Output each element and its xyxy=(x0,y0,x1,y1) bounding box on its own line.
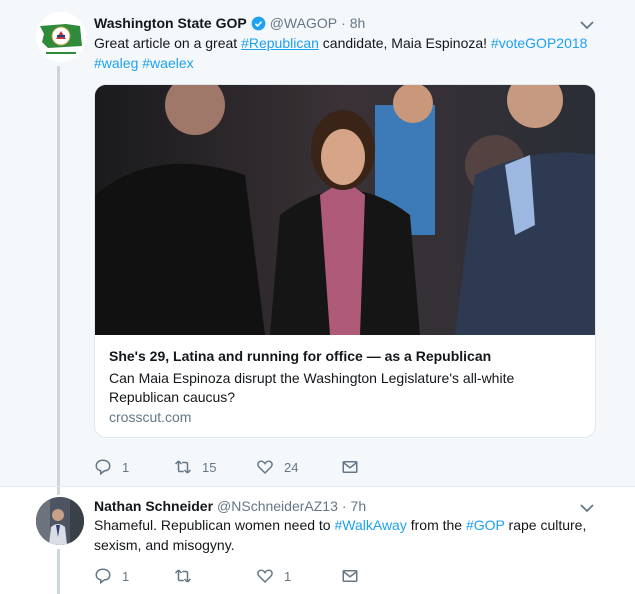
reply-count: 1 xyxy=(122,459,130,475)
like-button[interactable]: 24 xyxy=(256,458,341,476)
tweet-text-segment: from the xyxy=(406,517,466,533)
avatar[interactable] xyxy=(36,497,84,545)
hashtag-link[interactable]: #GOP xyxy=(466,517,505,533)
card-description: Can Maia Espinoza disrupt the Washington… xyxy=(109,370,515,405)
direct-message-button[interactable] xyxy=(341,567,423,585)
retweet-icon xyxy=(174,569,192,583)
heart-icon xyxy=(257,460,273,475)
tweet-header: Nathan Schneider @NSchneiderAZ13 · 7h xyxy=(94,496,366,516)
tweet-actions: 1 15 24 xyxy=(94,457,423,477)
retweet-button[interactable] xyxy=(174,567,256,585)
timestamp[interactable]: 8h xyxy=(350,15,366,31)
author-name[interactable]: Nathan Schneider xyxy=(94,498,213,514)
chevron-down-icon[interactable] xyxy=(579,17,595,33)
retweet-icon xyxy=(174,460,192,474)
reply-icon xyxy=(95,568,111,585)
heart-icon xyxy=(257,569,273,584)
hashtag-link[interactable]: #WalkAway xyxy=(334,517,406,533)
chevron-down-icon[interactable] xyxy=(579,500,595,516)
avatar[interactable] xyxy=(36,12,86,62)
like-count: 24 xyxy=(284,459,299,475)
like-count: 1 xyxy=(284,568,292,584)
verified-icon xyxy=(251,16,266,31)
reply-icon xyxy=(95,459,111,476)
tweet-header: Washington State GOP @WAGOP · 8h xyxy=(94,13,365,33)
author-handle[interactable]: @NSchneiderAZ13 xyxy=(217,498,338,514)
direct-message-button[interactable] xyxy=(341,458,423,476)
reply-count: 1 xyxy=(122,568,130,584)
card-title: She's 29, Latina and running for office … xyxy=(109,348,492,364)
retweet-button[interactable]: 15 xyxy=(174,458,256,476)
retweet-count: 15 xyxy=(202,459,217,475)
hashtag-link[interactable]: #waleg xyxy=(94,55,138,71)
link-card[interactable]: She's 29, Latina and running for office … xyxy=(94,84,596,438)
author-name[interactable]: Washington State GOP xyxy=(94,15,247,31)
reply-button[interactable]: 1 xyxy=(94,458,174,476)
thread-line xyxy=(57,487,60,495)
separator-dot: · xyxy=(341,498,347,514)
hashtag-link[interactable]: #Republican xyxy=(241,35,319,51)
tweet-text-segment: Shameful. Republican women need to xyxy=(94,517,335,533)
separator-dot: · xyxy=(341,15,346,31)
card-image xyxy=(95,85,595,335)
timestamp[interactable]: 7h xyxy=(351,498,367,514)
thread-line xyxy=(57,549,60,594)
tweet-text: Great article on a great #Republican can… xyxy=(94,33,594,73)
hashtag-link[interactable]: #waelex xyxy=(142,55,193,71)
tweet-text-segment: Great article on a great xyxy=(94,35,242,51)
hashtag-link[interactable]: #voteGOP2018 xyxy=(491,35,588,51)
envelope-icon xyxy=(342,570,358,582)
tweet-text-segment: candidate, Maia Espinoza! xyxy=(318,35,491,51)
tweet-wagop[interactable]: Washington State GOP @WAGOP · 8h Great a… xyxy=(0,0,635,486)
reply-button[interactable]: 1 xyxy=(94,567,174,585)
envelope-icon xyxy=(342,461,358,473)
author-handle[interactable]: @WAGOP xyxy=(270,15,337,31)
thread-line xyxy=(57,66,60,486)
tweet-text: Shameful. Republican women need to #Walk… xyxy=(94,515,594,555)
card-domain: crosscut.com xyxy=(109,409,192,425)
like-button[interactable]: 1 xyxy=(256,567,341,585)
tweet-actions: 1 1 xyxy=(94,566,423,586)
